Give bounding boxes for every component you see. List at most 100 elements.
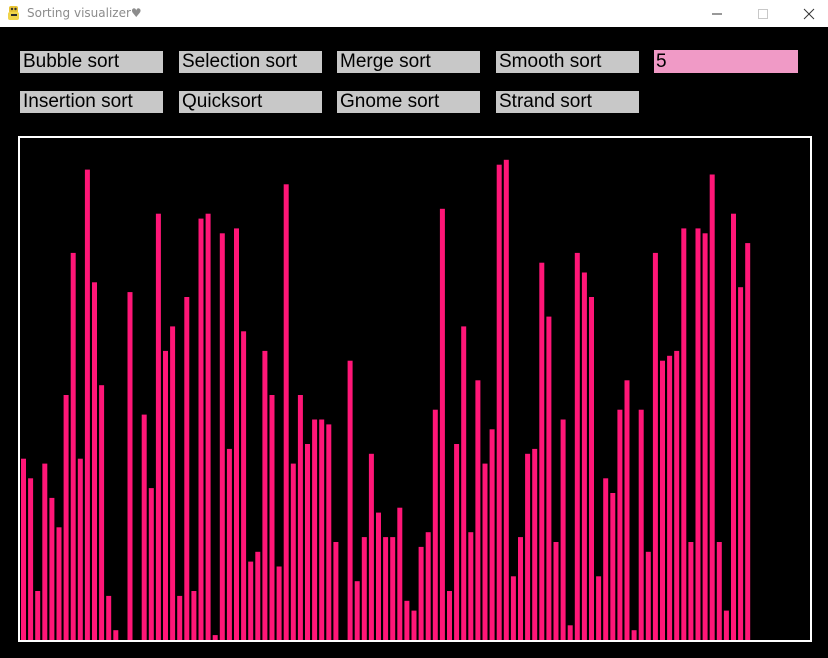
bar [702,233,708,640]
selection-sort-button[interactable]: Selection sort [179,51,322,73]
bar [695,228,701,640]
minimize-button[interactable] [694,0,740,27]
bar [539,262,545,640]
bar [745,243,751,640]
bar [454,444,460,640]
bar [276,566,282,640]
bar [290,463,296,640]
bar [731,213,736,640]
bar [49,497,55,640]
bar [312,419,318,640]
bar [383,537,389,640]
bar [574,252,580,640]
merge-sort-button[interactable]: Merge sort [337,51,480,73]
bar [368,453,374,640]
bar [141,414,147,640]
bar [184,297,190,640]
insertion-sort-button[interactable]: Insertion sort [20,91,163,113]
bar [567,625,573,640]
bar [376,512,381,640]
bar [99,385,105,640]
bar [305,444,310,640]
smooth-sort-button[interactable]: Smooth sort [496,51,639,73]
bar [361,537,367,640]
bar [63,395,69,640]
element-count-input[interactable] [654,50,798,73]
bar [77,458,83,640]
bar [163,350,168,640]
bar [631,630,637,640]
bubble-sort-button[interactable]: Bubble sort [20,51,163,73]
bar [177,595,183,640]
bar [496,164,502,640]
bar [688,542,694,640]
bar [219,233,225,640]
bar [148,488,154,640]
bar [596,576,602,640]
bar [475,380,481,640]
bar [439,208,445,640]
bar [716,542,722,640]
close-icon [803,8,815,19]
bar [532,448,538,640]
bar [468,532,474,640]
bar [234,228,239,640]
python-snake-icon [8,6,19,20]
maximize-button[interactable] [740,0,786,27]
bar [645,551,651,640]
bar [503,159,509,640]
bar [397,507,403,640]
bar [347,360,353,640]
bar [617,409,623,640]
bar [255,551,261,640]
bar [35,591,41,640]
strand-sort-button[interactable]: Strand sort [496,91,639,113]
window-title: Sorting visualizer♥ [27,6,142,20]
bar [191,591,197,640]
bar [546,316,552,640]
bar [56,527,62,640]
title-bar: Sorting visualizer♥ [0,0,828,27]
close-button[interactable] [786,0,828,27]
bar [723,610,729,640]
bar [425,532,431,640]
bar [461,326,467,640]
bar [269,395,275,640]
bar [624,380,630,640]
bar [205,213,211,640]
bar [581,272,587,640]
bar [354,581,360,640]
bar [674,350,680,640]
bar [447,591,452,640]
bar [92,282,97,640]
bar [518,537,523,640]
bar [652,252,658,640]
bar [42,463,48,640]
bar [28,478,34,640]
bar [262,350,268,640]
bar [489,429,495,640]
bar [241,331,247,640]
bars-chart [21,159,751,640]
bar [589,297,594,640]
minimize-icon [712,13,722,14]
bar [603,478,609,640]
bar [510,576,516,640]
quicksort-button[interactable]: Quicksort [179,91,322,113]
bar [113,630,119,640]
bar [319,419,325,640]
bar [553,542,559,640]
bar [560,419,566,640]
bar [297,395,303,640]
bar [226,448,232,640]
bar [127,292,133,640]
bar [432,409,438,640]
bar [709,174,715,640]
bar [212,635,218,640]
bar [106,595,112,640]
bar [84,169,90,640]
gnome-sort-button[interactable]: Gnome sort [337,91,480,113]
bar [681,228,687,640]
bar [667,355,673,640]
bar [70,252,76,640]
